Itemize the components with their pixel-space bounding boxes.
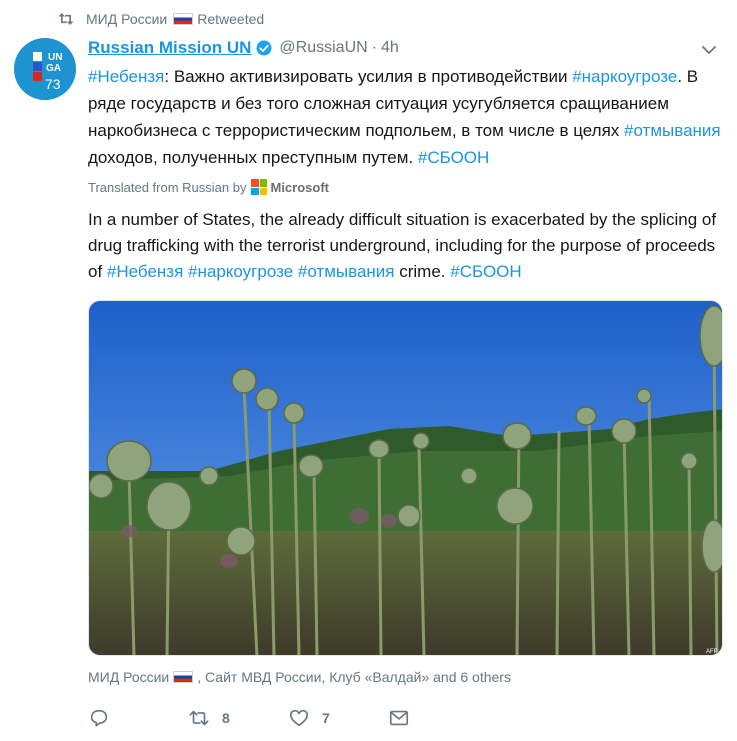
hashtag[interactable]: #Небензя	[88, 67, 164, 86]
chevron-down-icon[interactable]	[701, 42, 717, 58]
tweet-text-part: : Важно активизировать усилия в противод…	[164, 67, 573, 86]
hashtag[interactable]: #Небензя	[107, 262, 183, 281]
translation-label: Translated from Russian by	[88, 179, 247, 195]
microsoft-logo-icon	[251, 179, 268, 195]
retweet-icon	[189, 710, 209, 726]
related-accounts[interactable]: МИД России , Сайт МВД России, Клуб «Валд…	[88, 668, 511, 686]
avatar-flag-red	[33, 72, 42, 81]
hashtag[interactable]: #наркоугрозе	[188, 262, 293, 281]
avatar-text-ga: GA	[46, 63, 61, 74]
timestamp[interactable]: 4h	[381, 39, 399, 57]
hashtag[interactable]: #отмывания	[624, 121, 721, 140]
translation-provider: Microsoft	[270, 179, 329, 195]
retweeter-name[interactable]: МИД России	[86, 11, 167, 27]
tweet-text: #Небензя: Важно активизировать усилия в …	[88, 63, 724, 171]
tweet-text-part: доходов, полученных преступным путем.	[88, 148, 418, 167]
translated-text-part: crime.	[394, 262, 451, 281]
display-name[interactable]: Russian Mission UN	[88, 38, 251, 58]
like-count: 7	[322, 710, 330, 726]
retweet-context: МИД России Retweeted	[56, 8, 264, 30]
avatar-text-un: UN	[48, 52, 62, 63]
translated-text: In a number of States, the already diffi…	[88, 207, 724, 285]
reply-icon	[90, 709, 108, 727]
heart-icon	[289, 709, 309, 727]
hashtag[interactable]: #СБООН	[450, 262, 521, 281]
retweet-button[interactable]: 8	[188, 707, 288, 729]
avatar-text-73: 73	[45, 76, 61, 92]
direct-message-button[interactable]	[388, 707, 410, 729]
tweet-photo[interactable]: AFP	[88, 300, 723, 656]
avatar[interactable]: UN GA 73	[14, 38, 76, 100]
hashtag[interactable]: #СБООН	[418, 148, 489, 167]
hashtag[interactable]: #отмывания	[298, 262, 395, 281]
retweeted-label: Retweeted	[197, 11, 265, 27]
translation-attribution: Translated from Russian by Microsoft	[88, 178, 329, 196]
flag-russia	[173, 671, 194, 683]
retweet-icon	[56, 9, 76, 29]
tweet-header: Russian Mission UN @RussiaUN · 4h	[88, 36, 399, 60]
retweet-count: 8	[222, 710, 230, 726]
verified-badge-icon	[256, 40, 272, 56]
related-rest: , Сайт МВД России, Клуб «Валдай» and 6 o…	[197, 669, 511, 685]
hashtag[interactable]: #наркоугрозе	[572, 67, 677, 86]
envelope-icon	[389, 710, 409, 726]
tweet-actions: 8 7	[88, 704, 410, 732]
reply-button[interactable]	[88, 707, 188, 729]
photo-watermark: AFP	[706, 649, 718, 655]
flag-russia	[173, 13, 194, 25]
avatar-flag-white	[33, 52, 42, 61]
related-first: МИД России	[88, 669, 170, 685]
like-button[interactable]: 7	[288, 707, 388, 729]
separator: ·	[371, 39, 378, 56]
avatar-flag-blue	[33, 62, 42, 71]
handle[interactable]: @RussiaUN	[279, 39, 367, 57]
